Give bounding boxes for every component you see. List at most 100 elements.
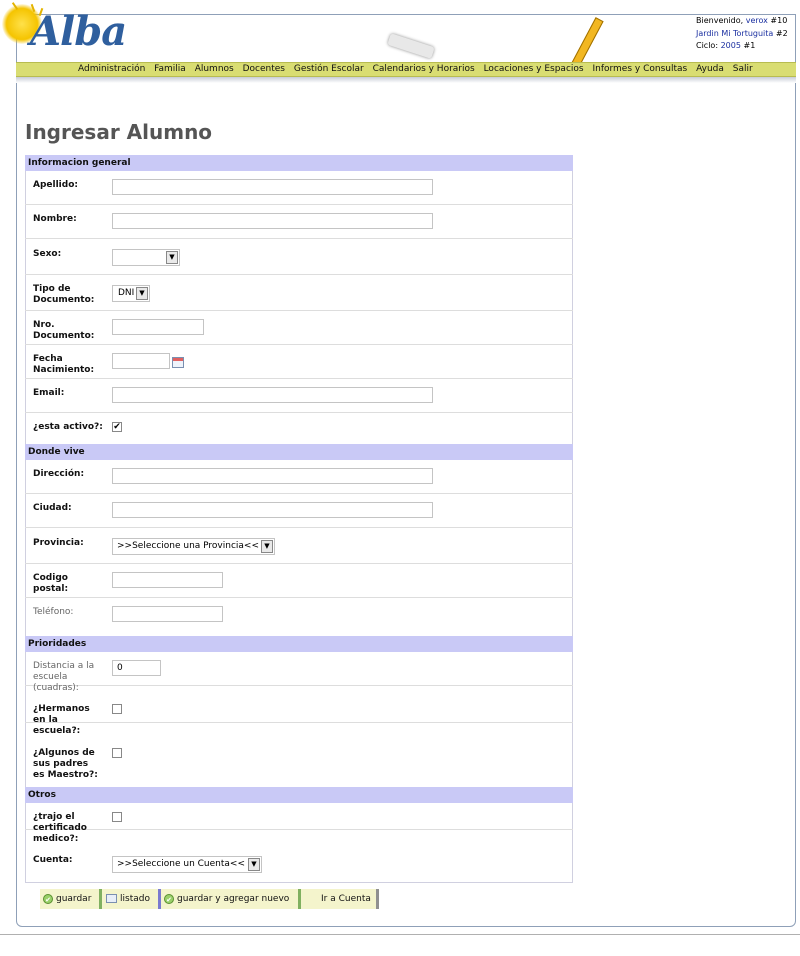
codigo-postal-label: Codigo postal: (33, 573, 68, 595)
distancia-input[interactable]: 0 (112, 660, 161, 676)
nro-documento-input[interactable] (112, 319, 204, 335)
user-link[interactable]: verox (746, 16, 768, 25)
row-padres-maestro: ¿Algunos de sus padres es Maestro?: (25, 723, 573, 780)
telefono-input[interactable] (112, 606, 223, 622)
email-input[interactable] (112, 387, 433, 403)
menu-item-calendarios[interactable]: Calendarios y Horarios (373, 64, 475, 74)
listado-button[interactable]: listado (102, 889, 161, 909)
provincia-label: Provincia: (33, 538, 84, 548)
cycle-label: Ciclo: (696, 41, 719, 50)
cycle-id: #1 (743, 41, 756, 50)
cycle-link[interactable]: 2005 (721, 41, 741, 50)
sexo-label: Sexo: (33, 249, 62, 259)
app-logo[interactable]: Alba (30, 8, 127, 55)
fecha-nacimiento-label-line2: Nacimiento: (33, 365, 95, 375)
codigo-postal-label-line1: Codigo (33, 573, 68, 583)
hermanos-label-line1: ¿Hermanos (33, 704, 90, 714)
menu-item-administracion[interactable]: Administración (78, 64, 145, 74)
menu-item-gestion-escolar[interactable]: Gestión Escolar (294, 64, 364, 74)
tipo-documento-label-line1: Tipo de (33, 284, 71, 294)
check-circle-icon: ✔ (164, 893, 174, 904)
padres-maestro-label-line3: es Maestro?: (33, 770, 98, 780)
guardar-agregar-nuevo-label: guardar y agregar nuevo (177, 894, 290, 904)
calendar-icon[interactable] (172, 357, 184, 368)
row-hermanos: ¿Hermanos en la escuela?: (25, 686, 573, 736)
chevron-down-icon: ▼ (248, 858, 260, 871)
row-cuenta: Cuenta: >>Seleccione un Cuenta<< ▼ (25, 843, 573, 881)
apellido-label: Apellido: (33, 180, 78, 190)
menu-item-locaciones[interactable]: Locaciones y Espacios (484, 64, 584, 74)
guardar-agregar-nuevo-button[interactable]: ✔ guardar y agregar nuevo (161, 889, 301, 909)
main-menu: Administración Familia Alumnos Docentes … (16, 62, 796, 77)
row-apellido: Apellido: (25, 171, 573, 205)
row-email: Email: (25, 379, 573, 413)
row-tipo-documento: Tipo de Documento: DNI ▼ (25, 275, 573, 311)
guardar-button[interactable]: ✔ guardar (40, 889, 102, 909)
activo-label: ¿esta activo?: (33, 422, 103, 432)
menu-item-alumnos[interactable]: Alumnos (195, 64, 234, 74)
tipo-documento-value: DNI (118, 288, 135, 298)
hermanos-checkbox[interactable] (112, 704, 122, 714)
provincia-select[interactable]: >>Seleccione una Provincia<< ▼ (112, 538, 275, 555)
section-otros: Otros (25, 787, 573, 803)
ciudad-input[interactable] (112, 502, 433, 518)
menu-item-salir[interactable]: Salir (733, 64, 753, 74)
menu-item-ayuda[interactable]: Ayuda (696, 64, 724, 74)
menu-item-docentes[interactable]: Docentes (243, 64, 285, 74)
provincia-value: >>Seleccione una Provincia<< (117, 541, 260, 551)
section-prioridades: Prioridades (25, 636, 573, 652)
nro-documento-label: Nro. Documento: (33, 320, 94, 342)
row-codigo-postal: Codigo postal: (25, 564, 573, 598)
welcome-prefix: Bienvenido, (696, 16, 744, 25)
row-nombre: Nombre: (25, 205, 573, 239)
fecha-nacimiento-input[interactable] (112, 353, 170, 369)
nro-documento-label-line2: Documento: (33, 331, 95, 341)
row-fecha-nacimiento: Fecha Nacimiento: (25, 345, 573, 379)
certificado-label-line1: ¿trajo el (33, 812, 75, 822)
certificado-label-line2: certificado (33, 823, 87, 833)
row-sexo: Sexo: ▼ (25, 239, 573, 275)
sexo-select[interactable]: ▼ (112, 249, 180, 266)
activo-checkbox[interactable]: ✔ (112, 422, 122, 432)
nro-documento-label-line1: Nro. (33, 320, 55, 330)
row-telefono: Teléfono: (25, 598, 573, 632)
tipo-documento-label: Tipo de Documento: (33, 284, 94, 306)
certificado-label: ¿trajo el certificado medico?: (33, 812, 87, 845)
distancia-label-line1: Distancia a la (33, 661, 95, 671)
distancia-label-line2: escuela (33, 672, 68, 682)
codigo-postal-input[interactable] (112, 572, 223, 588)
cuenta-label: Cuenta: (33, 855, 73, 865)
check-circle-icon: ✔ (43, 893, 53, 904)
direccion-label: Dirección: (33, 469, 85, 479)
ir-a-cuenta-button[interactable]: Ir a Cuenta (301, 889, 379, 909)
cuenta-select[interactable]: >>Seleccione un Cuenta<< ▼ (112, 856, 262, 873)
direccion-input[interactable] (112, 468, 433, 484)
telefono-label: Teléfono: (33, 607, 74, 617)
row-nro-documento: Nro. Documento: (25, 311, 573, 345)
row-distancia: Distancia a la escuela (cuadras): 0 (25, 652, 573, 693)
padres-maestro-label-line2: sus padres (33, 759, 89, 769)
menu-item-familia[interactable]: Familia (154, 64, 186, 74)
codigo-postal-label-line2: postal: (33, 584, 69, 594)
row-certificado: ¿trajo el certificado medico?: (25, 803, 573, 844)
chevron-down-icon: ▼ (136, 287, 148, 300)
user-id: #10 (770, 16, 788, 25)
section-informacion-general: Informacion general (25, 155, 573, 171)
list-icon (106, 894, 117, 903)
fecha-nacimiento-label: Fecha Nacimiento: (33, 354, 94, 376)
certificado-checkbox[interactable] (112, 812, 122, 822)
padres-maestro-checkbox[interactable] (112, 748, 122, 758)
padres-maestro-label: ¿Algunos de sus padres es Maestro?: (33, 748, 98, 781)
school-id: #2 (775, 28, 788, 38)
menu-item-informes[interactable]: Informes y Consultas (592, 64, 687, 74)
header-overlay (16, 14, 796, 71)
cuenta-value: >>Seleccione un Cuenta<< (117, 859, 245, 869)
school-link[interactable]: Jardin Mi Tortuguita (696, 29, 773, 38)
nombre-label: Nombre: (33, 214, 77, 224)
nombre-input[interactable] (112, 213, 433, 229)
listado-button-label: listado (120, 894, 150, 904)
apellido-input[interactable] (112, 179, 433, 195)
page-title: Ingresar Alumno (25, 120, 213, 144)
tipo-documento-select[interactable]: DNI ▼ (112, 285, 150, 302)
chevron-down-icon: ▼ (261, 540, 273, 553)
